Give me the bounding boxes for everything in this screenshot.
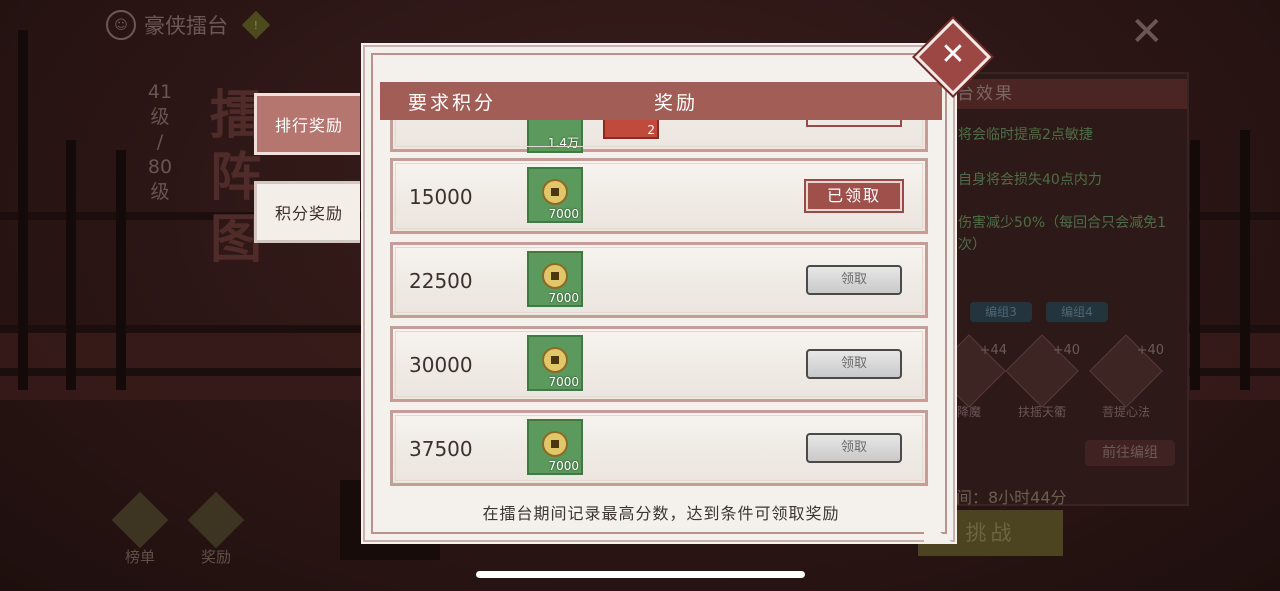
leaderboard-button[interactable]: 榜单 <box>110 491 170 567</box>
level-range: 41 级 / 80 级 <box>147 81 173 203</box>
mask-icon: ☺ <box>106 10 136 40</box>
coin-reward-item[interactable]: 7000 <box>527 251 583 307</box>
coin-reward-item[interactable]: 7000 <box>527 419 583 475</box>
reward-list[interactable]: 1.4万 2 15000 7000 已领取 22500 7000 领取 3000… <box>380 120 942 490</box>
skill-slot[interactable]: +40 菩提心法 <box>1089 334 1164 420</box>
info-icon[interactable]: ! <box>241 10 271 40</box>
goto-group-button[interactable]: 前往编组 <box>1085 440 1175 466</box>
claim-button[interactable]: 领取 <box>806 349 902 379</box>
reward-quantity: 7000 <box>548 459 579 473</box>
background-weapon-rack <box>1240 130 1250 390</box>
background-weapon-rack <box>1190 140 1200 390</box>
page-corner-decoration <box>924 518 954 544</box>
tab-score-rewards[interactable]: 积分奖励 <box>254 181 360 243</box>
coin-icon <box>542 431 568 457</box>
rewards-button[interactable]: 奖励 <box>186 491 246 567</box>
required-score: 30000 <box>409 353 473 377</box>
required-score: 15000 <box>409 185 473 209</box>
leaderboard-icon <box>111 491 169 549</box>
required-score: 37500 <box>409 437 473 461</box>
table-row: 37500 7000 领取 <box>390 410 928 486</box>
group-chip[interactable]: 编组4 <box>1046 302 1108 322</box>
home-indicator[interactable] <box>476 571 805 578</box>
tab-label: 排行奖励 <box>275 116 344 135</box>
reward-quantity: 7000 <box>548 207 579 221</box>
table-row: 30000 7000 领取 <box>390 326 928 402</box>
header-reward: 奖励 <box>654 92 699 114</box>
modal-footer-hint: 在擂台期间记录最高分数，达到条件可领取奖励 <box>482 504 840 523</box>
skill-slot[interactable]: +40 扶摇天衢 <box>1005 334 1080 420</box>
background-weapon-rack <box>66 140 76 390</box>
effect-text: 将会临时提高2点敏捷 <box>958 127 1093 143</box>
coin-reward-item[interactable]: 7000 <box>527 167 583 223</box>
reward-item[interactable]: 1.4万 <box>527 120 583 153</box>
claim-button[interactable] <box>806 120 902 127</box>
table-header: 要求积分 奖励 <box>380 82 942 120</box>
close-icon: ✕ <box>940 37 966 72</box>
background-weapon-rack <box>116 150 126 390</box>
coin-icon <box>542 179 568 205</box>
coin-icon <box>542 263 568 289</box>
claim-button[interactable]: 领取 <box>806 265 902 295</box>
coin-reward-item[interactable]: 7000 <box>527 335 583 391</box>
background-close-icon[interactable]: ✕ <box>1130 12 1164 52</box>
required-score: 22500 <box>409 269 473 293</box>
tab-label: 积分奖励 <box>275 204 344 223</box>
tab-rank-rewards[interactable]: 排行奖励 <box>254 93 360 155</box>
effect-text: 伤害减少50%（每回合只会减免1次） <box>958 215 1167 253</box>
table-row: 15000 7000 已领取 <box>390 158 928 234</box>
coin-icon <box>542 347 568 373</box>
arena-title: ☺ 豪侠擂台 ! <box>106 10 271 40</box>
claimed-button[interactable]: 已领取 <box>804 179 904 213</box>
rewards-icon <box>187 491 245 549</box>
header-required-score: 要求积分 <box>408 92 497 114</box>
reward-quantity: 7000 <box>548 375 579 389</box>
reward-quantity: 7000 <box>548 291 579 305</box>
reward-item[interactable]: 2 <box>603 120 659 139</box>
table-row: 1.4万 2 <box>390 120 928 153</box>
claim-button[interactable]: 领取 <box>806 433 902 463</box>
table-row: 22500 7000 领取 <box>390 242 928 318</box>
arena-title-text: 豪侠擂台 <box>144 14 228 38</box>
arena-effect-header: 台效果 <box>942 79 1187 109</box>
group-chip[interactable]: 编组3 <box>970 302 1032 322</box>
effect-text: 自身将会损失40点内力 <box>958 172 1102 188</box>
arena-timer: 间：8小时44分 <box>956 488 1067 507</box>
background-weapon-rack <box>18 30 28 390</box>
